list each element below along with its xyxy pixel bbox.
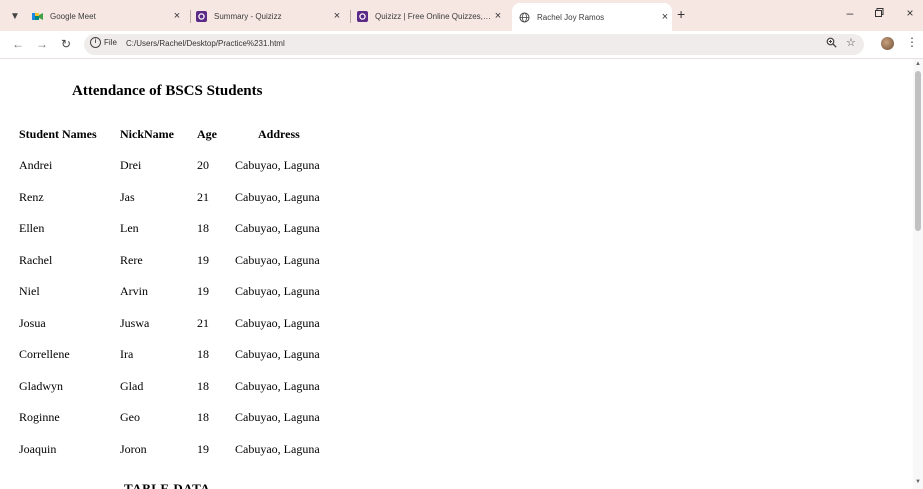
restore-icon[interactable]: [869, 6, 889, 20]
forward-arrow-icon[interactable]: →: [34, 36, 50, 52]
scroll-up-arrow-icon[interactable]: ▲: [915, 61, 921, 67]
bookmark-star-icon[interactable]: ☆: [846, 36, 856, 49]
cell-age: 19: [197, 442, 209, 456]
reload-icon[interactable]: ↻: [58, 36, 74, 52]
tab-title: Rachel Joy Ramos: [537, 12, 605, 22]
zoom-icon[interactable]: [826, 37, 837, 51]
cell-nickname: Drei: [120, 158, 142, 172]
cell-age: 19: [197, 253, 209, 267]
quizizz-icon: [196, 10, 207, 22]
close-icon[interactable]: ×: [491, 10, 505, 22]
tab-google-meet[interactable]: Google Meet ×: [32, 4, 184, 28]
scroll-down-arrow-icon[interactable]: ▼: [915, 479, 921, 485]
cell-nickname: Geo: [120, 410, 140, 424]
cell-nickname: Rere: [120, 253, 143, 267]
tab-quizizz-free-quizzes[interactable]: Quizizz | Free Online Quizzes, Le ×: [357, 4, 505, 28]
cell-nickname: Arvin: [120, 284, 148, 298]
tab-search-button[interactable]: ▼: [6, 7, 24, 25]
header-age: Age: [197, 127, 217, 141]
cell-address: Cabuyao, Laguna: [235, 158, 320, 172]
cell-address: Cabuyao, Laguna: [235, 221, 320, 235]
cell-address: Cabuyao, Laguna: [235, 253, 320, 267]
header-address: Address: [258, 127, 300, 141]
scrollbar-thumb[interactable]: [915, 71, 921, 231]
cell-name: Rachel: [19, 253, 53, 267]
cell-nickname: Joron: [120, 442, 147, 456]
cell-address: Cabuyao, Laguna: [235, 379, 320, 393]
tab-title: Google Meet: [50, 11, 96, 21]
cell-age: 18: [197, 379, 209, 393]
cell-nickname: Jas: [120, 190, 135, 204]
cell-age: 19: [197, 284, 209, 298]
cell-name: Renz: [19, 190, 44, 204]
vertical-scrollbar[interactable]: ▲ ▼: [913, 59, 923, 489]
minimize-icon[interactable]: –: [840, 6, 860, 20]
window-close-icon[interactable]: ×: [900, 6, 920, 20]
chevron-down-icon: ▼: [10, 10, 20, 22]
tab-title: Quizizz | Free Online Quizzes, Le: [375, 11, 491, 21]
tab-strip: ▼ Google Meet × Summary - Quizizz × Quiz…: [0, 0, 923, 31]
cell-age: 21: [197, 190, 209, 204]
close-icon[interactable]: ×: [658, 11, 672, 23]
close-icon[interactable]: ×: [170, 10, 184, 22]
site-info-chip[interactable]: i File: [90, 37, 117, 48]
new-tab-button[interactable]: +: [677, 6, 685, 22]
tab-divider: [190, 10, 191, 23]
cell-age: 18: [197, 410, 209, 424]
section-heading: TABLE DATA: [124, 481, 211, 489]
tab-summary-quizizz[interactable]: Summary - Quizizz ×: [196, 4, 344, 28]
header-student-names: Student Names: [19, 127, 97, 141]
cell-name: Joaquin: [19, 442, 57, 456]
header-nickname: NickName: [120, 127, 174, 141]
globe-icon: [519, 12, 530, 23]
cell-nickname: Juswa: [120, 316, 150, 330]
cell-nickname: Len: [120, 221, 139, 235]
cell-age: 18: [197, 221, 209, 235]
url-text[interactable]: C:/Users/Rachel/Desktop/Practice%231.htm…: [126, 39, 285, 48]
site-chip-label: File: [104, 38, 117, 47]
cell-address: Cabuyao, Laguna: [235, 284, 320, 298]
cell-address: Cabuyao, Laguna: [235, 442, 320, 456]
cell-name: Andrei: [19, 158, 53, 172]
info-icon: i: [90, 37, 101, 48]
cell-name: Gladwyn: [19, 379, 63, 393]
cell-age: 21: [197, 316, 209, 330]
tab-title: Summary - Quizizz: [214, 11, 282, 21]
cell-address: Cabuyao, Laguna: [235, 410, 320, 424]
cell-address: Cabuyao, Laguna: [235, 316, 320, 330]
cell-name: Ellen: [19, 221, 45, 235]
tab-rachel-joy-ramos[interactable]: Rachel Joy Ramos ×: [512, 3, 672, 31]
cell-name: Roginne: [19, 410, 60, 424]
profile-avatar[interactable]: [881, 37, 894, 50]
back-arrow-icon[interactable]: ←: [10, 36, 26, 52]
cell-name: Niel: [19, 284, 40, 298]
cell-address: Cabuyao, Laguna: [235, 190, 320, 204]
cell-name: Josua: [19, 316, 46, 330]
page-content: Attendance of BSCS Students Student Name…: [0, 59, 913, 489]
close-icon[interactable]: ×: [330, 10, 344, 22]
cell-age: 20: [197, 158, 209, 172]
page-title: Attendance of BSCS Students: [72, 83, 263, 99]
kebab-menu-icon[interactable]: ⋮: [906, 35, 918, 49]
tab-divider: [350, 10, 351, 23]
google-meet-icon: [32, 11, 43, 22]
quizizz-icon: [357, 10, 368, 22]
cell-nickname: Ira: [120, 347, 134, 361]
cell-nickname: Glad: [120, 379, 144, 393]
address-bar[interactable]: i File C:/Users/Rachel/Desktop/Practice%…: [84, 34, 864, 55]
cell-address: Cabuyao, Laguna: [235, 347, 320, 361]
browser-toolbar: ← → ↻ i File C:/Users/Rachel/Desktop/Pra…: [0, 31, 923, 58]
cell-name: Correllene: [19, 347, 70, 361]
cell-age: 18: [197, 347, 209, 361]
